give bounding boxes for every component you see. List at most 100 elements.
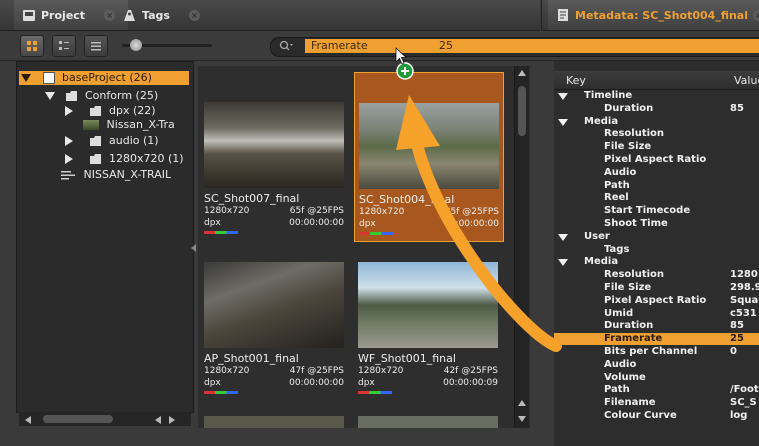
search-input[interactable]: Framerate 25: [305, 39, 759, 53]
metadata-row[interactable]: Reel: [554, 192, 759, 204]
metadata-row-highlighted[interactable]: Framerate 25: [554, 333, 759, 346]
metadata-row[interactable]: File Size 298.9: [554, 282, 759, 294]
metadata-row[interactable]: Umid c531: [554, 308, 759, 320]
metadata-key: Pixel Aspect Ratio: [604, 154, 707, 165]
clip-card[interactable]: AP_Shot001_final 1280x720 47f @25FPS dpx…: [200, 232, 348, 400]
tab-tags-label: Tags: [142, 8, 170, 22]
clip-card[interactable]: SC_Shot007_final 1280x720 65f @25FPS dpx…: [200, 72, 348, 240]
metadata-row[interactable]: Resolution: [554, 128, 759, 140]
tab-project[interactable]: Project ×: [14, 0, 128, 30]
metadata-group-row[interactable]: User: [554, 231, 759, 243]
metadata-row[interactable]: Colour Curve log: [554, 410, 759, 422]
expand-right-icon[interactable]: [65, 136, 73, 146]
clip-frames: 47f @25FPS: [289, 366, 344, 376]
metadata-row[interactable]: Resolution 1280: [554, 269, 759, 281]
clip-thumbnail: [359, 103, 499, 189]
expand-down-icon[interactable]: [45, 92, 55, 100]
metadata-key: Reel: [604, 192, 629, 204]
search-icon[interactable]: [274, 38, 298, 54]
scroll-up-icon[interactable]: [518, 400, 526, 406]
expand-right-icon[interactable]: [65, 154, 73, 164]
folder-icon: [89, 106, 101, 116]
metadata-value: 298.9: [730, 282, 759, 293]
clip-grid: SC_Shot007_final 1280x720 65f @25FPS dpx…: [198, 66, 530, 428]
tab-tags-close-icon[interactable]: ×: [188, 9, 200, 21]
tree-item-nissan-clip[interactable]: Nissan_X-Tra: [77, 118, 175, 132]
column-value-header[interactable]: Value: [734, 74, 759, 87]
metadata-row[interactable]: Audio: [554, 359, 759, 371]
expand-down-icon[interactable]: [21, 74, 31, 82]
clip-card[interactable]: WF_Shot001_final 1280x720 42f @25FPS dpx…: [354, 232, 502, 400]
expand-down-icon[interactable]: [558, 118, 568, 126]
metadata-group-row[interactable]: Timeline: [554, 90, 759, 102]
tree-item-sequence[interactable]: NISSAN_X-TRAIL: [61, 168, 171, 182]
expand-down-icon[interactable]: [558, 259, 568, 267]
scroll-down-icon[interactable]: [518, 416, 526, 422]
metadata-row[interactable]: Duration 85: [554, 320, 759, 332]
scroll-up-icon[interactable]: [518, 70, 526, 76]
metadata-key: Framerate: [604, 333, 663, 345]
grid-vscrollbar[interactable]: [514, 66, 529, 428]
metadata-row[interactable]: Start Timecode: [554, 205, 759, 217]
metadata-row[interactable]: Audio: [554, 167, 759, 179]
list-view-icon: [91, 42, 101, 51]
metadata-key: Resolution: [604, 269, 665, 281]
tab-metadata[interactable]: Metadata: SC_Shot004_final ×: [548, 0, 759, 30]
metadata-row[interactable]: Duration 85: [554, 103, 759, 115]
tab-metadata-close-icon[interactable]: ×: [753, 9, 759, 21]
clip-frames: 85f @25FPS: [444, 207, 499, 217]
metadata-row[interactable]: Path: [554, 180, 759, 192]
metadata-row[interactable]: File Size: [554, 141, 759, 153]
tab-tags[interactable]: Tags ×: [114, 0, 222, 30]
clip-timecode: 00:00:00:00: [444, 219, 499, 229]
metadata-rows: Timeline Duration 85 Media Resolution File Si…: [554, 90, 759, 446]
list-view-button[interactable]: [84, 35, 108, 57]
metadata-row[interactable]: Bits per Channel 0: [554, 346, 759, 358]
metadata-row[interactable]: Pixel Aspect Ratio: [554, 154, 759, 166]
metadata-key: Audio: [604, 166, 637, 178]
metadata-row[interactable]: Shoot Time: [554, 218, 759, 230]
tree-hscrollbar[interactable]: [19, 412, 191, 426]
hscroll-thumb[interactable]: [43, 415, 113, 423]
slider-handle[interactable]: [130, 39, 142, 51]
metadata-key: Duration: [604, 320, 654, 332]
splitter-collapse-icon[interactable]: [191, 244, 196, 252]
search-field-label: Framerate: [311, 39, 368, 52]
metadata-row[interactable]: Tags: [554, 244, 759, 256]
tree-item-baseproject[interactable]: baseProject (26): [21, 71, 152, 85]
scroll-left-icon[interactable]: [25, 416, 31, 424]
metadata-key: Pixel Aspect Ratio: [604, 294, 707, 306]
folder-icon: [89, 154, 101, 164]
expand-down-icon[interactable]: [558, 93, 568, 100]
metadata-row[interactable]: Volume: [554, 372, 759, 384]
expand-down-icon[interactable]: [558, 233, 568, 241]
clip-thumbnail: [204, 262, 344, 348]
metadata-group-row[interactable]: Media: [554, 116, 759, 128]
grid-view-button[interactable]: [20, 35, 44, 57]
metadata-row[interactable]: Filename SC_S: [554, 397, 759, 409]
metadata-value: 0: [730, 346, 737, 357]
scroll-left-icon[interactable]: [155, 416, 161, 424]
expand-right-icon[interactable]: [65, 106, 73, 116]
clip-resolution: 1280x720: [358, 366, 404, 376]
metadata-group-row[interactable]: Media: [554, 256, 759, 268]
scroll-right-icon[interactable]: [169, 416, 175, 424]
vscroll-thumb[interactable]: [518, 86, 526, 136]
clip-card-selected[interactable]: SC_Shot004_final 1280x720 85f @25FPS dpx…: [354, 72, 504, 242]
list-thumb-view-button[interactable]: [52, 35, 76, 57]
clip-thumbnail-partial: [358, 416, 498, 428]
toolbar: Framerate 25: [0, 31, 759, 61]
tree-item-dpx[interactable]: dpx (22): [65, 104, 156, 118]
tree-item-audio[interactable]: audio (1): [65, 134, 159, 148]
metadata-key: Volume: [604, 371, 646, 383]
metadata-row[interactable]: Pixel Aspect Ratio Squa: [554, 295, 759, 307]
clip-color-bar: [358, 391, 392, 394]
metadata-key: Path: [604, 384, 630, 396]
column-key-header[interactable]: Key: [566, 74, 586, 87]
tree-item-1280x720[interactable]: 1280x720 (1): [65, 152, 184, 166]
project-icon: [23, 9, 35, 21]
clip-name: AP_Shot001_final: [204, 352, 299, 365]
tree-item-conform[interactable]: Conform (25): [45, 89, 158, 103]
metadata-row[interactable]: Path/Foot: [554, 384, 759, 396]
metadata-value: 25: [730, 333, 744, 345]
